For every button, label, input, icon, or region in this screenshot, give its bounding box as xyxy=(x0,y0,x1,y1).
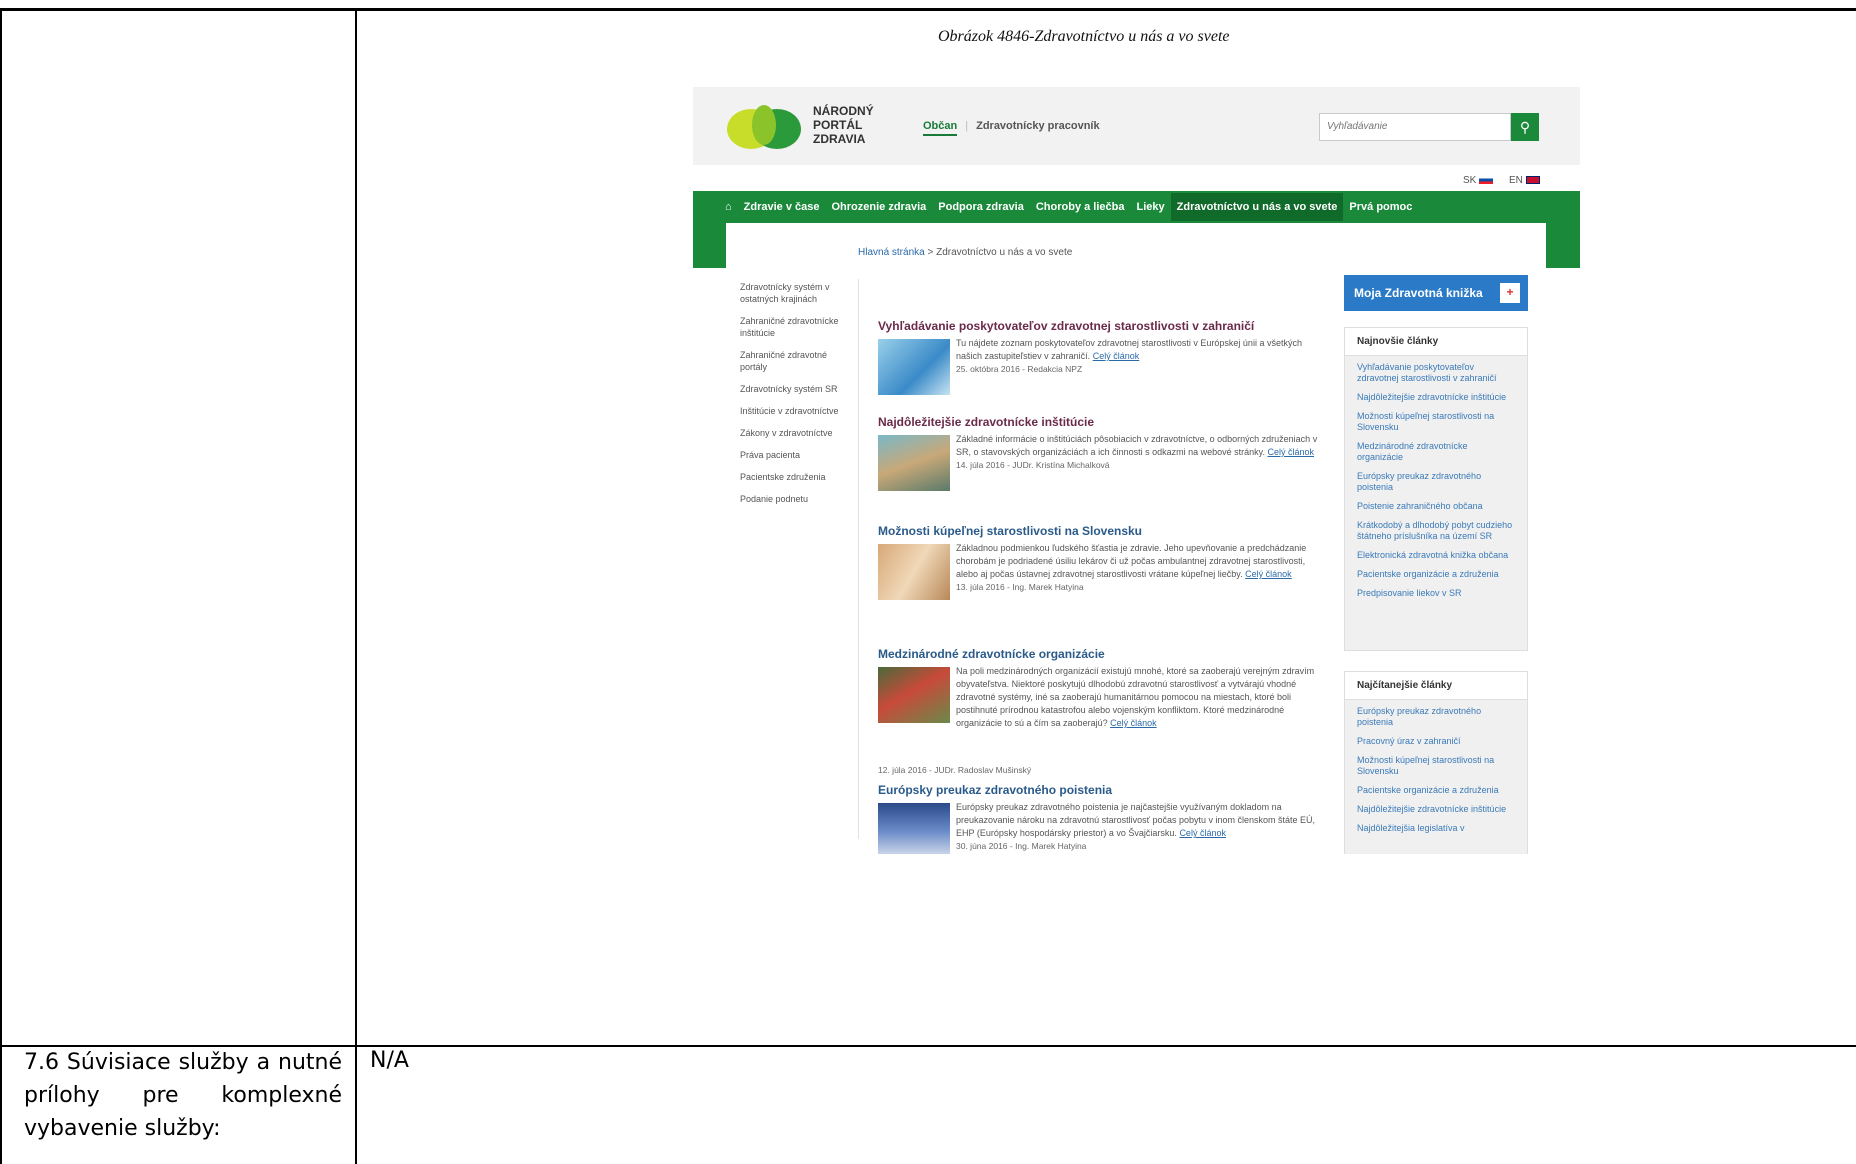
latest-article-link[interactable]: Elektronická zdravotná knižka občana xyxy=(1357,550,1515,561)
latest-articles-title: Najnovšie články xyxy=(1345,328,1527,356)
article-item: Najdôležitejšie zdravotnícke inštitúcie … xyxy=(878,415,1328,491)
article-image[interactable] xyxy=(878,667,950,723)
latest-article-link[interactable]: Vyhľadávanie poskytovateľov zdravotnej s… xyxy=(1357,362,1515,384)
article-title[interactable]: Najdôležitejšie zdravotnícke inštitúcie xyxy=(878,415,1328,429)
article-image[interactable] xyxy=(878,339,950,395)
most-read-link[interactable]: Pacientske organizácie a združenia xyxy=(1357,785,1515,796)
latest-article-link[interactable]: Európsky preukaz zdravotného poistenia xyxy=(1357,471,1515,493)
heart-logo-icon xyxy=(727,105,801,149)
plus-icon: + xyxy=(1500,283,1520,303)
article-item: Možnosti kúpeľnej starostlivosti na Slov… xyxy=(878,524,1328,600)
nav-item[interactable]: Prvá pomoc xyxy=(1349,201,1412,213)
article-title[interactable]: Možnosti kúpeľnej starostlivosti na Slov… xyxy=(878,524,1328,538)
flag-en-icon xyxy=(1525,176,1540,185)
most-read-title: Najčítanejšie články xyxy=(1345,672,1527,700)
latest-article-link[interactable]: Medzinárodné zdravotnícke organizácie xyxy=(1357,441,1515,463)
tab-obcan[interactable]: Občan xyxy=(923,120,958,136)
table-top-border xyxy=(0,8,1856,11)
left-nav-item[interactable]: Zdravotnícky systém SR xyxy=(740,383,850,395)
most-read-link[interactable]: Najdôležitejšia legislatíva v xyxy=(1357,823,1515,834)
most-read-link[interactable]: Možnosti kúpeľnej starostlivosti na Slov… xyxy=(1357,755,1515,777)
latest-articles-box: Najnovšie články Vyhľadávanie poskytovat… xyxy=(1344,327,1528,651)
nav-item[interactable]: Podpora zdravia xyxy=(938,201,1024,213)
latest-article-link[interactable]: Predpisovanie liekov v SR xyxy=(1357,588,1515,599)
most-read-link[interactable]: Najdôležitejšie zdravotnícke inštitúcie xyxy=(1357,804,1515,815)
lang-sk[interactable]: SK xyxy=(1463,175,1494,186)
left-nav-item[interactable]: Inštitúcie v zdravotníctve xyxy=(740,405,850,417)
search-icon: ⚲ xyxy=(1519,119,1531,135)
lang-en[interactable]: EN xyxy=(1509,175,1540,186)
most-read-link[interactable]: Európsky preukaz zdravotného poistenia xyxy=(1357,706,1515,728)
left-nav: Zdravotnícky systém v ostatných krajinác… xyxy=(740,281,850,515)
table-left-border xyxy=(0,8,2,1164)
article-title[interactable]: Vyhľadávanie poskytovateľov zdravotnej s… xyxy=(878,319,1328,333)
article-title[interactable]: Európsky preukaz zdravotného poistenia xyxy=(878,783,1328,797)
latest-article-link[interactable]: Pacientske organizácie a združenia xyxy=(1357,569,1515,580)
read-more-link[interactable]: Celý článok xyxy=(1110,718,1157,728)
left-nav-item[interactable]: Práva pacienta xyxy=(740,449,850,461)
nav-item[interactable]: Ohrozenie zdravia xyxy=(832,201,927,213)
search-box xyxy=(1319,113,1511,141)
most-read-box: Najčítanejšie články Európsky preukaz zd… xyxy=(1344,671,1528,854)
read-more-link[interactable]: Celý článok xyxy=(1093,351,1140,361)
article-image[interactable] xyxy=(878,803,950,854)
logo-text: NÁRODNÝ PORTÁL ZDRAVIA xyxy=(813,104,874,146)
left-nav-item[interactable]: Zdravotnícky systém v ostatných krajinác… xyxy=(740,281,850,305)
latest-article-link[interactable]: Najdôležitejšie zdravotnícke inštitúcie xyxy=(1357,392,1515,403)
left-nav-divider xyxy=(858,279,859,839)
figure-caption: Obrázok 4846-Zdravotníctvo u nás a vo sv… xyxy=(938,28,1230,45)
most-read-link[interactable]: Pracovný úraz v zahraničí xyxy=(1357,736,1515,747)
latest-article-link[interactable]: Možnosti kúpeľnej starostlivosti na Slov… xyxy=(1357,411,1515,433)
read-more-link[interactable]: Celý článok xyxy=(1268,447,1315,457)
left-nav-item[interactable]: Zákony v zdravotníctve xyxy=(740,427,850,439)
breadcrumb: Hlavná stránka > Zdravotníctvo u nás a v… xyxy=(858,247,1073,258)
search-input[interactable] xyxy=(1320,114,1507,138)
search-button[interactable]: ⚲ xyxy=(1511,113,1539,141)
table-col-divider xyxy=(355,8,357,1164)
nav-item[interactable]: Choroby a liečba xyxy=(1036,201,1125,213)
article-image[interactable] xyxy=(878,435,950,491)
nav-item-active[interactable]: Zdravotníctvo u nás a vo svete xyxy=(1170,193,1344,221)
latest-article-link[interactable]: Poistenie zahraničného občana xyxy=(1357,501,1515,512)
article-item: Vyhľadávanie poskytovateľov zdravotnej s… xyxy=(878,319,1328,395)
left-nav-item[interactable]: Zahraničné zdravotné portály xyxy=(740,349,850,373)
left-nav-item[interactable]: Zahraničné zdravotnícke inštitúcie xyxy=(740,315,850,339)
row2-value: N/A xyxy=(370,1048,409,1073)
article-image[interactable] xyxy=(878,544,950,600)
home-icon[interactable]: ⌂ xyxy=(725,201,732,213)
nav-item[interactable]: Zdravie v čase xyxy=(744,201,820,213)
read-more-link[interactable]: Celý článok xyxy=(1245,569,1292,579)
article-title[interactable]: Medzinárodné zdravotnícke organizácie xyxy=(878,647,1328,661)
read-more-link[interactable]: Celý článok xyxy=(1179,828,1226,838)
nav-item[interactable]: Lieky xyxy=(1136,201,1164,213)
website-screenshot: NÁRODNÝ PORTÁL ZDRAVIA Občan | Zdravotníck… xyxy=(693,87,1580,854)
article-item: Medzinárodné zdravotnícke organizácie Na… xyxy=(878,647,1328,775)
moja-zdravotna-knizka-button[interactable]: Moja Zdravotná knižka + xyxy=(1344,275,1528,311)
latest-article-link[interactable]: Krátkodobý a dlhodobý pobyt cudzieho štá… xyxy=(1357,520,1515,542)
article-item: Európsky preukaz zdravotného poistenia E… xyxy=(878,783,1328,854)
tab-zdravotnicky-pracovnik[interactable]: Zdravotnícky pracovník xyxy=(976,120,1100,132)
left-nav-item[interactable]: Podanie podnetu xyxy=(740,493,850,505)
left-nav-item[interactable]: Pacientske združenia xyxy=(740,471,850,483)
audience-tabs: Občan | Zdravotnícky pracovník xyxy=(923,120,1100,136)
content-area: Hlavná stránka > Zdravotníctvo u nás a v… xyxy=(726,223,1546,854)
main-nav: ⌂ Zdravie v čase Ohrozenie zdravia Podpo… xyxy=(725,191,1424,223)
row2-label: 7.6 Súvisiace služby a nutné prílohy pre… xyxy=(24,1050,342,1141)
flag-sk-icon xyxy=(1479,176,1494,185)
